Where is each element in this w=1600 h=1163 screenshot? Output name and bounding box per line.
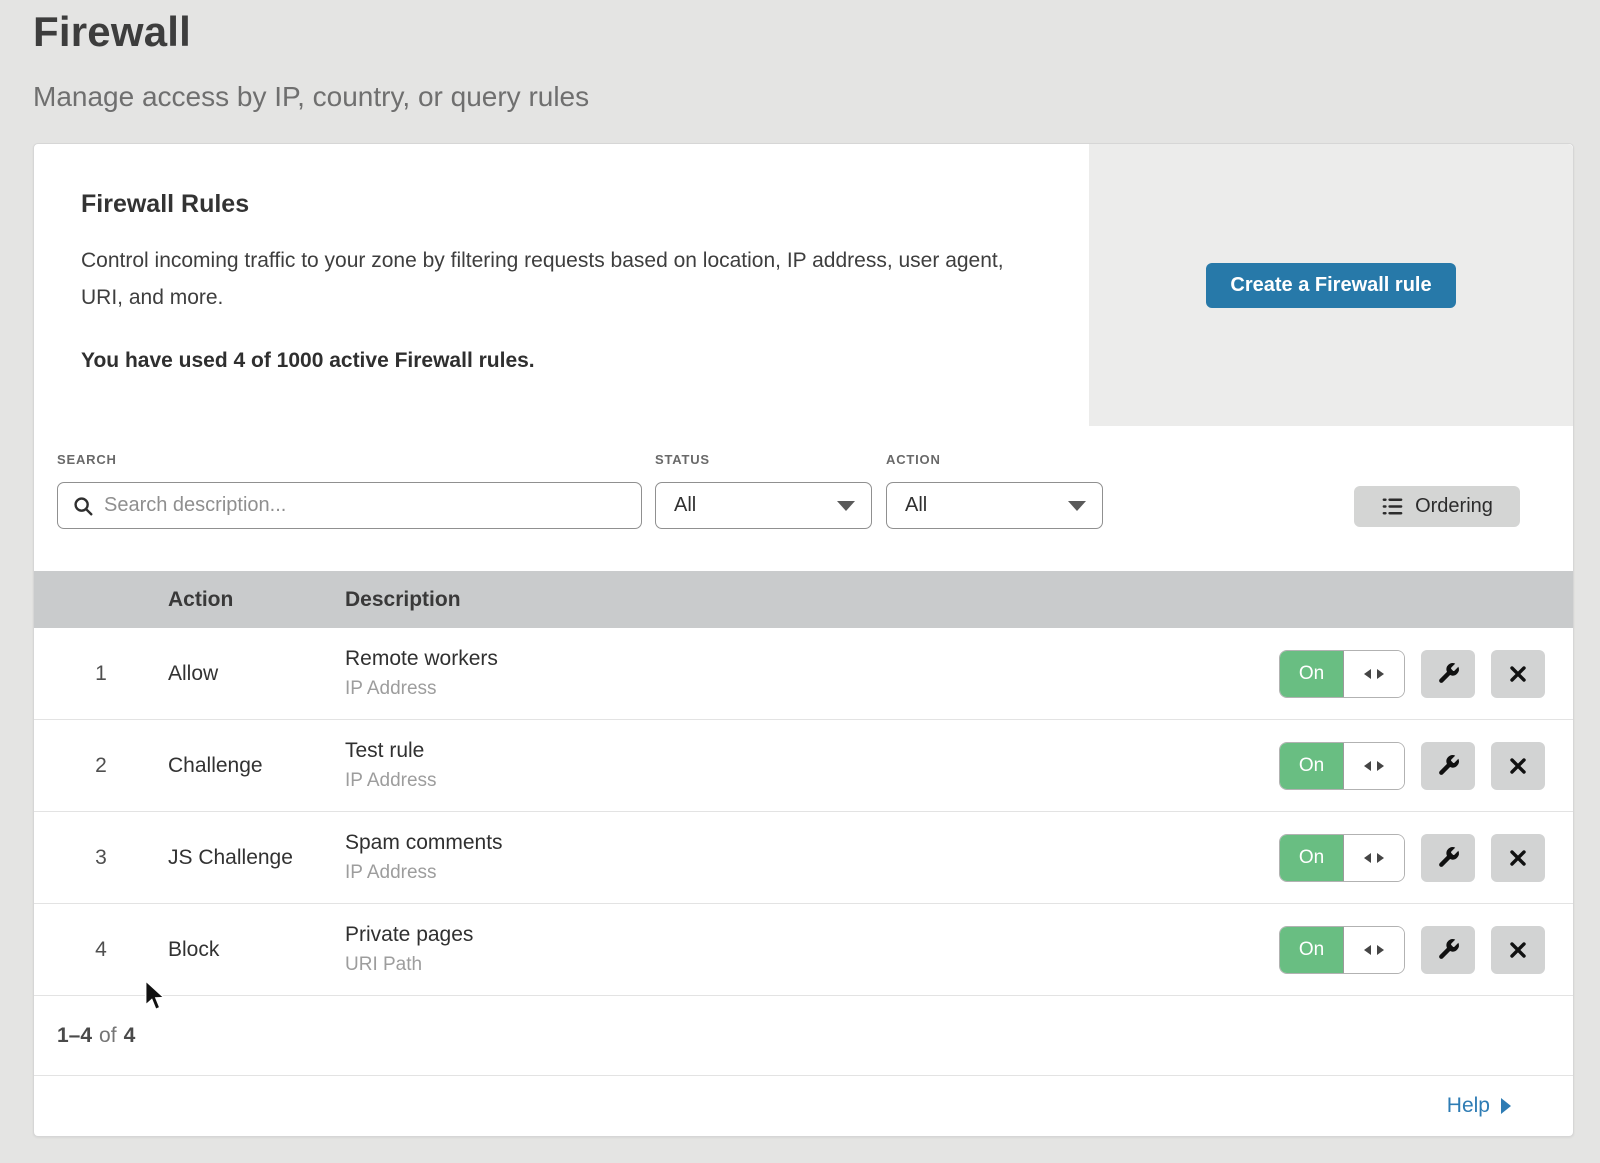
pagination-status: 1–4 of 4 (34, 996, 1573, 1076)
toggle-handle[interactable] (1344, 651, 1404, 697)
wrench-icon (1436, 661, 1461, 686)
edit-rule-button[interactable] (1421, 926, 1475, 974)
page-header: Firewall Manage access by IP, country, o… (0, 0, 1600, 113)
action-column-header: Action (168, 588, 345, 612)
status-label: STATUS (655, 452, 710, 467)
left-right-arrows-icon (1361, 849, 1387, 867)
rule-match-type: URI Path (345, 954, 1279, 976)
edit-rule-button[interactable] (1421, 650, 1475, 698)
rule-description: Private pages (345, 923, 1279, 947)
rule-action: Challenge (168, 754, 345, 778)
left-right-arrows-icon (1361, 665, 1387, 683)
rule-priority: 3 (34, 846, 168, 870)
close-icon (1508, 756, 1528, 776)
toggle-handle[interactable] (1344, 927, 1404, 973)
rule-action: Block (168, 938, 345, 962)
filters-bar: SEARCH STATUS All ACTION All (34, 426, 1573, 571)
page-subtitle: Manage access by IP, country, or query r… (33, 81, 1600, 113)
action-select-value: All (905, 494, 927, 517)
rule-priority: 2 (34, 754, 168, 778)
rule-description-cell: Test rule IP Address (345, 739, 1279, 792)
edit-rule-button[interactable] (1421, 834, 1475, 882)
wrench-icon (1436, 753, 1461, 778)
help-link[interactable]: Help (1447, 1094, 1511, 1118)
firewall-rules-card: Firewall Rules Control incoming traffic … (33, 143, 1574, 1137)
pagination-range: 1–4 (57, 1024, 92, 1048)
close-icon (1508, 848, 1528, 868)
rule-priority: 4 (34, 938, 168, 962)
action-select[interactable]: All (886, 482, 1103, 529)
table-header-row: Action Description (34, 571, 1573, 628)
toggle-on-label: On (1280, 651, 1344, 697)
page-title: Firewall (33, 8, 1600, 56)
rule-description: Remote workers (345, 647, 1279, 671)
rule-controls: On (1279, 650, 1573, 698)
rule-match-type: IP Address (345, 770, 1279, 792)
card-footer: Help (34, 1076, 1573, 1136)
firewall-rules-intro: Firewall Rules Control incoming traffic … (34, 144, 1089, 426)
toggle-handle[interactable] (1344, 743, 1404, 789)
status-select-value: All (674, 494, 696, 517)
pagination-of: of (99, 1024, 117, 1048)
delete-rule-button[interactable] (1491, 650, 1545, 698)
delete-rule-button[interactable] (1491, 926, 1545, 974)
ordering-button-label: Ordering (1415, 495, 1493, 518)
table-row: 1 Allow Remote workers IP Address On (34, 628, 1573, 720)
toggle-on-label: On (1280, 835, 1344, 881)
rule-description: Spam comments (345, 831, 1279, 855)
create-rule-panel: Create a Firewall rule (1089, 144, 1573, 426)
rule-description-cell: Spam comments IP Address (345, 831, 1279, 884)
ordering-button[interactable]: Ordering (1354, 486, 1520, 527)
delete-rule-button[interactable] (1491, 834, 1545, 882)
edit-rule-button[interactable] (1421, 742, 1475, 790)
arrow-right-icon (1501, 1098, 1511, 1114)
status-select[interactable]: All (655, 482, 872, 529)
create-firewall-rule-button[interactable]: Create a Firewall rule (1206, 263, 1455, 308)
search-input[interactable] (104, 494, 627, 517)
chevron-down-icon (837, 501, 855, 511)
section-description: Control incoming traffic to your zone by… (81, 243, 1031, 317)
rule-action: JS Challenge (168, 846, 345, 870)
table-row: 4 Block Private pages URI Path On (34, 904, 1573, 996)
rule-description: Test rule (345, 739, 1279, 763)
pagination-total: 4 (124, 1024, 136, 1048)
rule-priority: 1 (34, 662, 168, 686)
rule-match-type: IP Address (345, 678, 1279, 700)
left-right-arrows-icon (1361, 941, 1387, 959)
table-row: 2 Challenge Test rule IP Address On (34, 720, 1573, 812)
rule-enabled-toggle[interactable]: On (1279, 926, 1405, 974)
rule-description-cell: Private pages URI Path (345, 923, 1279, 976)
rule-match-type: IP Address (345, 862, 1279, 884)
search-label: SEARCH (57, 452, 117, 467)
wrench-icon (1436, 937, 1461, 962)
list-ordering-icon (1381, 495, 1404, 518)
close-icon (1508, 940, 1528, 960)
action-label: ACTION (886, 452, 941, 467)
toggle-handle[interactable] (1344, 835, 1404, 881)
description-column-header: Description (345, 588, 1573, 612)
toggle-on-label: On (1280, 743, 1344, 789)
rule-action: Allow (168, 662, 345, 686)
rule-controls: On (1279, 742, 1573, 790)
rule-description-cell: Remote workers IP Address (345, 647, 1279, 700)
left-right-arrows-icon (1361, 757, 1387, 775)
wrench-icon (1436, 845, 1461, 870)
rules-usage-count: You have used 4 of 1000 active Firewall … (81, 349, 1049, 373)
card-top-section: Firewall Rules Control incoming traffic … (34, 144, 1573, 426)
table-row: 3 JS Challenge Spam comments IP Address … (34, 812, 1573, 904)
rule-enabled-toggle[interactable]: On (1279, 742, 1405, 790)
help-link-label: Help (1447, 1094, 1490, 1118)
search-box[interactable] (57, 482, 642, 529)
section-heading: Firewall Rules (81, 190, 1049, 219)
close-icon (1508, 664, 1528, 684)
search-icon (72, 495, 94, 517)
rule-controls: On (1279, 926, 1573, 974)
delete-rule-button[interactable] (1491, 742, 1545, 790)
toggle-on-label: On (1280, 927, 1344, 973)
chevron-down-icon (1068, 501, 1086, 511)
rule-enabled-toggle[interactable]: On (1279, 650, 1405, 698)
rule-controls: On (1279, 834, 1573, 882)
rule-enabled-toggle[interactable]: On (1279, 834, 1405, 882)
